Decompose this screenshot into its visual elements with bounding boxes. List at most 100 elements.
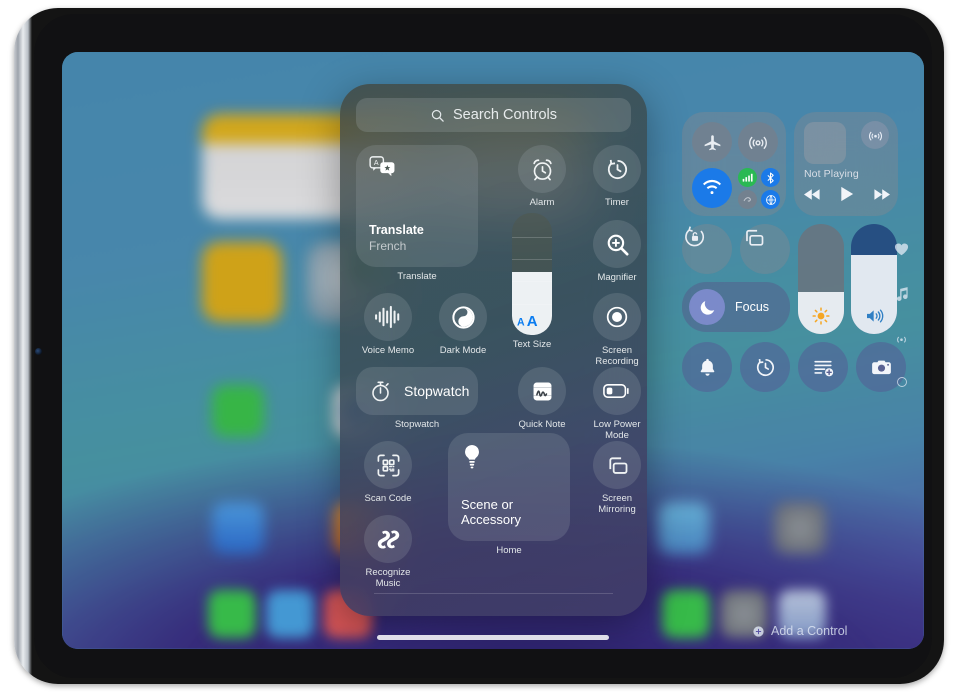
silent-mode-button[interactable] xyxy=(682,342,732,392)
control-label-alarm: Alarm xyxy=(529,197,555,208)
controls-grid: A Translate French Translate Alarm Timer… xyxy=(356,145,641,600)
media-playback-module[interactable]: Not Playing xyxy=(794,112,898,216)
timer-icon xyxy=(607,159,627,179)
translate-subtitle: French xyxy=(369,239,407,253)
control-screen-mirroring[interactable]: Screen Mirroring xyxy=(593,441,641,515)
control-center-page-dots xyxy=(893,242,910,388)
control-label-screen-recording: Screen Recording xyxy=(595,345,639,367)
record-icon xyxy=(606,306,628,328)
shazam-icon xyxy=(377,529,399,549)
hotspot-icon xyxy=(743,196,751,202)
hotspot-toggle[interactable] xyxy=(738,190,757,209)
airdrop-toggle[interactable] xyxy=(738,122,778,162)
svg-text:A: A xyxy=(527,313,538,329)
airplane-mode-toggle[interactable] xyxy=(692,122,732,162)
speaker-wave-icon xyxy=(866,309,883,323)
alarm-clock-icon xyxy=(532,158,552,180)
focus-icon-circle xyxy=(689,289,725,325)
control-label-recognize-music: Recognize Music xyxy=(365,567,411,589)
rotation-lock-icon xyxy=(685,226,705,247)
fast-forward-icon[interactable] xyxy=(873,188,890,201)
connectivity-icon[interactable] xyxy=(893,332,910,346)
dark-mode-icon xyxy=(451,305,475,329)
circle-icon[interactable] xyxy=(896,376,908,388)
ipad-device-frame: Not Playing Focus Add a Control Search C… xyxy=(14,8,944,684)
control-magnifier[interactable]: Magnifier xyxy=(593,220,641,283)
control-label-home: Home xyxy=(496,545,522,556)
focus-button[interactable]: Focus xyxy=(682,282,790,332)
brightness-slider-fill xyxy=(798,292,844,334)
translate-icon: A xyxy=(369,156,396,179)
album-art-placeholder xyxy=(804,122,846,164)
brightness-icon xyxy=(812,307,830,325)
plus-circle-icon xyxy=(753,625,764,637)
add-a-control-button[interactable]: Add a Control xyxy=(752,624,847,638)
play-icon[interactable] xyxy=(840,186,854,202)
quick-note-button[interactable] xyxy=(798,342,848,392)
screen-mirroring-icon xyxy=(746,229,764,246)
airplay-button[interactable] xyxy=(861,121,889,149)
timer-button[interactable] xyxy=(740,342,790,392)
bell-icon xyxy=(700,358,714,376)
scene-or-accessory-title: Scene or Accessory xyxy=(461,497,521,527)
control-label-stopwatch: Stopwatch xyxy=(394,419,440,430)
note-add-icon xyxy=(813,360,833,376)
waveform-icon xyxy=(375,305,400,329)
stopwatch-title: Stopwatch xyxy=(404,383,470,399)
control-text-size[interactable]: A A Text Size xyxy=(512,213,552,350)
control-translate[interactable]: A Translate French Translate xyxy=(356,145,478,282)
magnifier-icon xyxy=(607,234,629,256)
device-screen: Not Playing Focus Add a Control Search C… xyxy=(62,52,924,649)
control-label-dark-mode: Dark Mode xyxy=(439,345,487,356)
control-recognize-music[interactable]: Recognize Music xyxy=(364,515,412,589)
search-controls-field[interactable]: Search Controls xyxy=(356,98,631,132)
control-dark-mode[interactable]: Dark Mode xyxy=(439,293,487,356)
control-label-translate: Translate xyxy=(397,271,437,282)
translate-title: Translate xyxy=(369,223,424,237)
bluetooth-toggle[interactable] xyxy=(761,168,780,187)
heart-icon[interactable] xyxy=(894,242,909,256)
gallery-divider xyxy=(374,593,613,594)
quick-note-icon xyxy=(533,382,551,400)
brightness-slider[interactable] xyxy=(798,224,844,334)
rewind-icon[interactable] xyxy=(804,188,821,201)
control-stopwatch[interactable]: Stopwatch Stopwatch xyxy=(356,367,478,430)
control-low-power-mode[interactable]: Low Power Mode xyxy=(593,367,641,441)
control-label-scan-code: Scan Code xyxy=(364,493,412,504)
control-label-timer: Timer xyxy=(605,197,629,208)
control-center-panel: Not Playing Focus xyxy=(675,104,907,404)
music-note-icon[interactable] xyxy=(895,286,909,302)
control-screen-recording[interactable]: Screen Recording xyxy=(593,293,641,367)
wifi-toggle[interactable] xyxy=(692,168,732,208)
search-icon xyxy=(431,109,444,122)
svg-text:A: A xyxy=(517,316,525,328)
control-quick-note[interactable]: Quick Note xyxy=(518,367,566,430)
screen-mirroring-icon xyxy=(608,456,627,474)
text-size-icon: A A xyxy=(517,312,547,329)
lightbulb-icon xyxy=(461,444,483,470)
control-timer[interactable]: Timer xyxy=(593,145,641,208)
cellular-bars-icon xyxy=(742,173,753,182)
cellular-toggle[interactable] xyxy=(738,168,757,187)
screen-mirroring-toggle[interactable] xyxy=(740,224,790,274)
control-label-magnifier: Magnifier xyxy=(597,272,637,283)
volume-slider[interactable] xyxy=(851,224,897,334)
control-label-quick-note: Quick Note xyxy=(518,419,566,430)
home-indicator[interactable] xyxy=(377,635,609,640)
control-voice-memo[interactable]: Voice Memo xyxy=(362,293,414,356)
media-transport-controls xyxy=(804,186,890,202)
connectivity-module[interactable] xyxy=(682,112,786,216)
globe-icon xyxy=(765,194,776,205)
camera-icon xyxy=(871,360,891,374)
control-label-low-power-mode: Low Power Mode xyxy=(593,419,641,441)
control-scene-or-accessory[interactable]: Scene or Accessory Home xyxy=(448,433,570,556)
controls-gallery-panel: Search Controls A Translate French Trans… xyxy=(340,84,647,616)
battery-low-icon xyxy=(603,384,629,398)
control-scan-code[interactable]: Scan Code xyxy=(364,441,412,504)
control-alarm[interactable]: Alarm xyxy=(518,145,566,208)
vpn-toggle[interactable] xyxy=(761,190,780,209)
volume-slider-fill xyxy=(851,254,897,334)
front-camera-icon xyxy=(35,348,42,355)
rotation-lock-toggle[interactable] xyxy=(682,224,732,274)
focus-label: Focus xyxy=(735,300,770,314)
